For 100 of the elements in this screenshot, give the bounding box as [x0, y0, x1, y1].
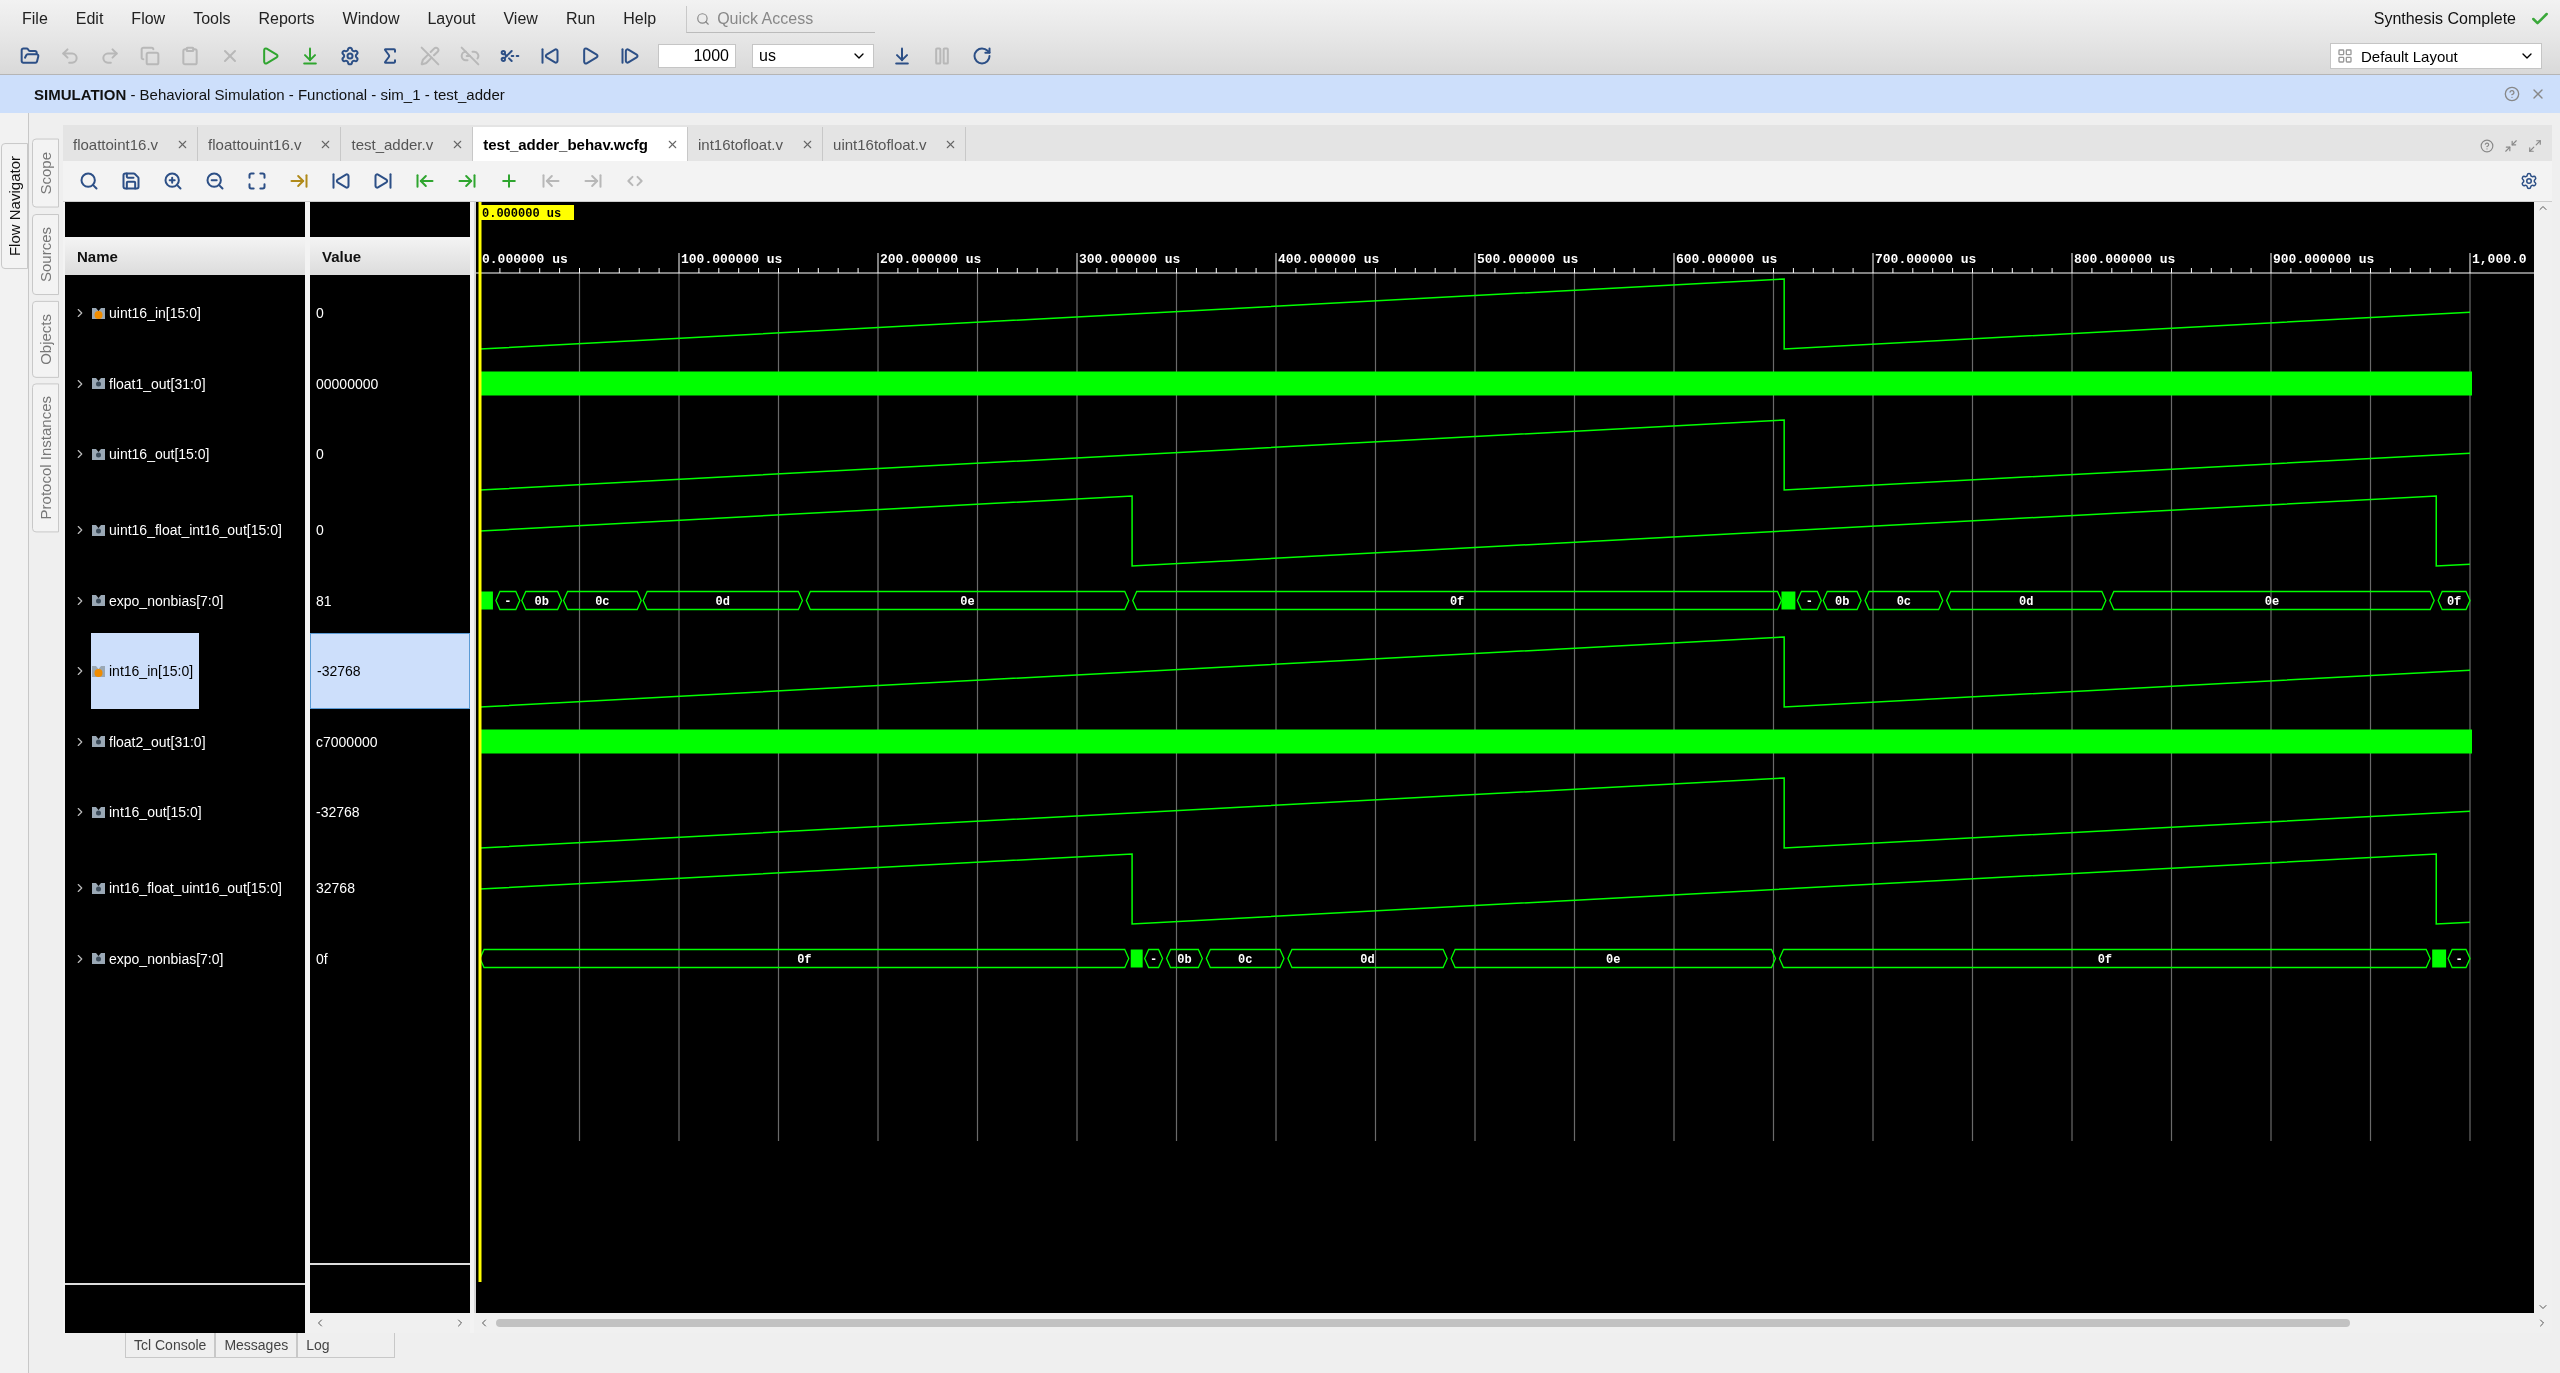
panel-tab[interactable]: Sources — [31, 213, 59, 295]
signal-name[interactable]: uint16_float_int16_out[15:0] — [91, 492, 288, 568]
status-text: Synthesis Complete — [2373, 10, 2516, 28]
signal-name[interactable]: int16_in[15:0] — [91, 633, 200, 709]
segment-value: 0d — [1360, 952, 1375, 967]
signal-value: 00000000 — [315, 374, 380, 394]
menu-item[interactable]: Window — [330, 10, 416, 28]
go-to-end-icon — [373, 171, 393, 191]
run-time-field[interactable]: 1000 — [658, 44, 736, 68]
menu-item[interactable]: Help — [611, 10, 673, 28]
pause-icon — [932, 46, 952, 66]
menu-item[interactable]: Edit — [63, 10, 120, 28]
bottom-tab[interactable]: Messages — [215, 1333, 298, 1358]
segment-value: - — [1150, 952, 1158, 967]
go-to-start-icon — [331, 171, 351, 191]
settings-icon — [340, 46, 360, 66]
signal-value: 32768 — [315, 879, 356, 898]
zoom-in-icon — [163, 171, 183, 191]
scrollbar-thumb[interactable] — [496, 1319, 2350, 1327]
signal-name[interactable]: float2_out[31:0] — [91, 709, 212, 774]
help-icon[interactable] — [2480, 139, 2494, 153]
time-label: 400.000000 us — [1278, 252, 1380, 267]
signal-name[interactable]: uint16_out[15:0] — [91, 416, 216, 492]
signal-value: 0 — [315, 521, 325, 540]
segment-value: 0f — [2446, 594, 2462, 609]
add-marker-icon — [499, 171, 519, 191]
signal-name[interactable]: int16_float_uint16_out[15:0] — [91, 850, 288, 926]
segment-value: 0b — [1177, 952, 1192, 967]
column-header[interactable]: Value — [310, 237, 470, 275]
menu-item[interactable]: View — [491, 10, 554, 28]
run-icon — [260, 46, 280, 66]
segment-value: 0e — [1606, 952, 1621, 967]
copy-icon — [140, 46, 160, 66]
segment-value: 0d — [2019, 594, 2034, 609]
panel-tab[interactable]: Scope — [31, 139, 59, 208]
signal-value: 0f — [315, 949, 329, 969]
time-label: 100.000000 us — [681, 252, 783, 267]
paste-icon — [180, 46, 200, 66]
redo-icon — [100, 46, 120, 66]
play-icon — [580, 46, 600, 66]
undo-icon — [60, 46, 80, 66]
cursor-time-label: 0.000000 us — [480, 205, 574, 221]
settings-icon[interactable] — [2520, 172, 2538, 190]
signal-value: 0 — [315, 304, 325, 323]
segment-value: 0e — [960, 594, 975, 609]
signal-name[interactable]: uint16_in[15:0] — [91, 275, 207, 351]
signal-name[interactable]: expo_nonbias[7:0] — [91, 926, 230, 991]
time-label: 900.000000 us — [2273, 252, 2375, 267]
time-label: 800.000000 us — [2074, 252, 2176, 267]
settings-button[interactable] — [338, 44, 362, 68]
save-icon — [121, 171, 141, 191]
side-tab[interactable]: Flow Navigator — [0, 143, 28, 270]
segment-value: 0f — [2097, 952, 2113, 967]
bottom-tab[interactable]: Tcl Console — [125, 1333, 216, 1358]
relaunch-icon — [972, 46, 992, 66]
signal-value: 81 — [315, 591, 333, 611]
segment-value: 0b — [1834, 594, 1850, 609]
time-label: 200.000000 us — [880, 252, 982, 267]
search-icon — [696, 12, 711, 26]
segment-value: 0c — [1896, 594, 1912, 609]
restore-icon[interactable] — [2504, 139, 2518, 153]
menu-item[interactable]: Flow — [119, 10, 182, 28]
segment-value: 0f — [797, 952, 812, 967]
editor-tab[interactable]: test_adder_behav.wcfg — [473, 127, 688, 161]
menu-item[interactable]: Tools — [181, 10, 247, 28]
menu-item[interactable]: File — [10, 10, 64, 28]
zoom-fit-icon — [247, 171, 267, 191]
signal-value: -32768 — [315, 803, 361, 822]
panel-tab[interactable]: Protocol Instances — [31, 383, 59, 533]
signal-name[interactable]: float1_out[31:0] — [91, 351, 212, 416]
panel-tab[interactable]: Objects — [31, 300, 59, 378]
cursor-line[interactable] — [478, 202, 482, 1282]
link-off-icon — [460, 46, 480, 66]
bottom-tab[interactable]: Log — [297, 1333, 396, 1358]
layout-icon — [2337, 48, 2353, 64]
menu-item[interactable]: Layout — [415, 10, 492, 28]
menu-item[interactable]: Run — [553, 10, 612, 28]
signal-value: -32768 — [310, 633, 470, 709]
search-icon — [79, 171, 99, 191]
column-header[interactable]: Name — [65, 237, 305, 275]
signal-value: c7000000 — [315, 732, 379, 752]
segment-value: - — [504, 594, 512, 609]
unit-select[interactable]: us — [752, 44, 874, 68]
segment-value: 0e — [2264, 594, 2280, 609]
signal-name[interactable]: expo_nonbias[7:0] — [91, 568, 230, 633]
segment-value: 0f — [1449, 594, 1465, 609]
segment-value: 0d — [715, 594, 730, 609]
time-label: 500.000000 us — [1477, 252, 1579, 267]
zoom-out-icon — [205, 171, 225, 191]
simulation-title: SIMULATION - Behavioral Simulation - Functional - sim_1 - test_adder — [34, 85, 505, 103]
quick-access-field[interactable]: Quick Access — [686, 5, 876, 33]
menu-item[interactable]: Reports — [246, 10, 331, 28]
time-label: 0.000000 us — [482, 252, 568, 267]
layout-select[interactable]: Default Layout — [2330, 43, 2542, 69]
maximize-icon[interactable] — [2528, 139, 2542, 153]
help-icon[interactable] — [2504, 86, 2520, 102]
time-label: 600.000000 us — [1676, 252, 1778, 267]
signal-value: 0 — [315, 445, 325, 464]
time-label: 300.000000 us — [1079, 252, 1181, 267]
signal-name[interactable]: int16_out[15:0] — [91, 774, 208, 850]
